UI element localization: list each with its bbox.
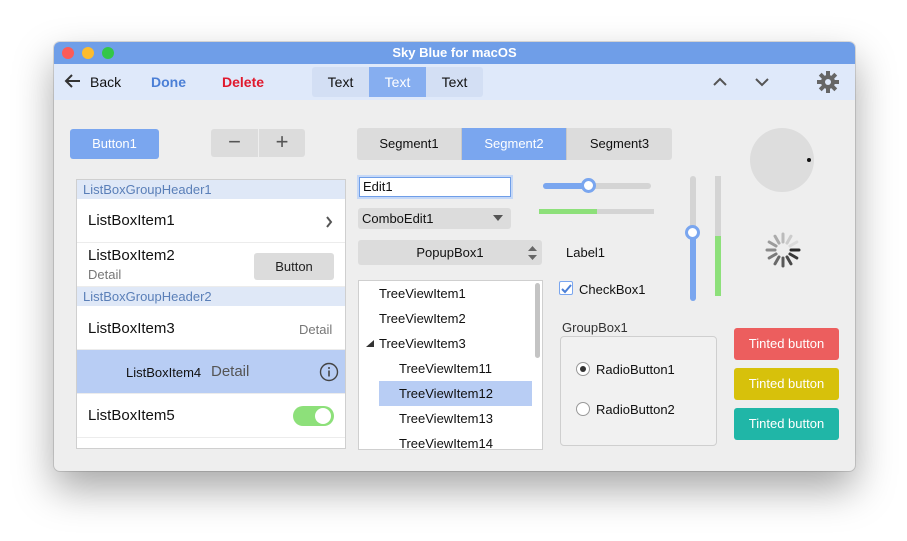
tree-item[interactable]: TreeViewItem2 (379, 306, 466, 331)
chevron-right-icon (326, 216, 333, 228)
edit-field[interactable]: Edit1 (359, 177, 511, 197)
button1[interactable]: Button1 (70, 129, 159, 159)
tab-text-1[interactable]: Text (312, 67, 369, 97)
label1: Label1 (566, 245, 606, 260)
toggle-knob (315, 408, 331, 424)
radio-label[interactable]: RadioButton1 (596, 362, 675, 377)
list-item-detail: Detail (299, 322, 333, 337)
slider-thumb[interactable] (581, 178, 597, 193)
horizontal-progress (539, 209, 654, 214)
popup-box-value: PopupBox1 (416, 245, 484, 260)
list-item-detail: Detail (88, 267, 122, 282)
list-group-header: ListBoxGroupHeader1 (77, 180, 345, 199)
slider-thumb[interactable] (685, 225, 700, 241)
list-item-button[interactable]: Button (254, 253, 334, 280)
spinner-spoke (773, 234, 781, 245)
spinner-spoke (785, 255, 793, 266)
list-item[interactable]: ListBoxItem3 Detail (77, 306, 345, 350)
checkmark-icon (561, 284, 572, 294)
spinner-spoke (788, 240, 799, 248)
list-item-label: ListBoxItem3 (88, 320, 175, 337)
spinner-spoke (785, 234, 793, 245)
groupbox-title: GroupBox1 (562, 320, 628, 335)
stepper-minus-button[interactable]: − (211, 129, 258, 157)
arrow-left-icon (64, 74, 80, 88)
info-icon[interactable] (319, 362, 339, 382)
dropdown-arrow-icon[interactable] (493, 215, 503, 221)
tree-scrollbar[interactable] (535, 283, 540, 358)
spinner-spoke (767, 240, 778, 248)
radio-label[interactable]: RadioButton2 (596, 402, 675, 417)
combo-edit[interactable]: ComboEdit1 (358, 208, 511, 229)
tree-item[interactable]: TreeViewItem13 (399, 406, 493, 431)
rotation-dial[interactable] (750, 128, 814, 192)
tree-item[interactable]: TreeViewItem11 (399, 356, 492, 381)
chevron-down-icon[interactable] (755, 77, 769, 87)
popup-box[interactable]: PopupBox1 (358, 240, 542, 265)
tree-expand-triangle-icon[interactable] (366, 340, 374, 347)
spinner-spoke (767, 252, 778, 260)
tree-view: TreeViewItem1 TreeViewItem2 TreeViewItem… (358, 280, 543, 450)
list-item-label: ListBoxItem2 (88, 247, 175, 264)
dial-indicator (807, 158, 811, 162)
list-box: ListBoxGroupHeader1 ListBoxItem1 ListBox… (76, 179, 346, 449)
tinted-button-yellow[interactable]: Tinted button (734, 368, 839, 400)
tab-bar: Text Text Text (312, 67, 483, 97)
app-window: Sky Blue for macOS Back Done Delete Text… (54, 42, 855, 471)
spinner-spoke (788, 252, 799, 260)
tree-item[interactable]: TreeViewItem1 (379, 281, 466, 306)
tree-item[interactable]: TreeViewItem14 (399, 431, 493, 449)
tab-text-2[interactable]: Text (369, 67, 426, 97)
list-group-header: ListBoxGroupHeader2 (77, 287, 345, 306)
radio-dot (580, 366, 586, 372)
toggle-switch[interactable] (293, 406, 334, 426)
segmented-control: Segment1 Segment2 Segment3 (357, 128, 672, 160)
delete-button[interactable]: Delete (222, 74, 264, 90)
horizontal-slider[interactable] (543, 178, 651, 193)
segment-2[interactable]: Segment2 (462, 128, 567, 160)
vertical-slider[interactable] (685, 176, 700, 301)
tree-item-selected[interactable]: TreeViewItem12 (379, 381, 532, 406)
list-item-detail: Detail (211, 363, 250, 380)
tab-text-3[interactable]: Text (426, 67, 483, 97)
list-item-selected[interactable]: ListBoxItem4 Detail (77, 350, 345, 394)
back-label: Back (90, 74, 122, 90)
vertical-progress (715, 176, 721, 296)
checkbox-label[interactable]: CheckBox1 (579, 282, 645, 297)
list-item[interactable]: ListBoxItem1 (77, 199, 345, 243)
stepper-plus-button[interactable]: + (259, 129, 305, 157)
groupbox: RadioButton1 RadioButton2 (560, 336, 717, 446)
slider-fill (690, 232, 696, 301)
tinted-button-red[interactable]: Tinted button (734, 328, 839, 360)
tinted-button-teal[interactable]: Tinted button (734, 408, 839, 440)
chevron-up-icon[interactable] (713, 77, 727, 87)
list-item-label: ListBoxItem4 (126, 365, 202, 380)
tree-item[interactable]: TreeViewItem3 (379, 331, 466, 356)
list-item-label: ListBoxItem1 (88, 212, 175, 229)
segment-3[interactable]: Segment3 (567, 128, 672, 160)
progress-fill (539, 209, 597, 214)
gear-icon[interactable] (817, 71, 839, 93)
activity-spinner-icon (765, 232, 801, 268)
list-item[interactable]: ListBoxItem2 Detail Button (77, 243, 345, 287)
segment-1[interactable]: Segment1 (357, 128, 462, 160)
done-button[interactable]: Done (151, 74, 186, 90)
updown-arrows-icon (528, 246, 537, 260)
list-item[interactable]: ListBoxItem5 (77, 394, 345, 438)
list-item-label: ListBoxItem5 (88, 407, 175, 424)
window-title: Sky Blue for macOS (392, 45, 517, 60)
checkbox[interactable] (559, 281, 573, 295)
radio-button[interactable] (576, 402, 590, 416)
progress-fill (715, 236, 721, 296)
spinner-spoke (773, 255, 781, 266)
toolbar: Back Done Delete Text Text Text (54, 64, 855, 100)
radio-button[interactable] (576, 362, 590, 376)
combo-edit-value: ComboEdit1 (362, 211, 434, 226)
